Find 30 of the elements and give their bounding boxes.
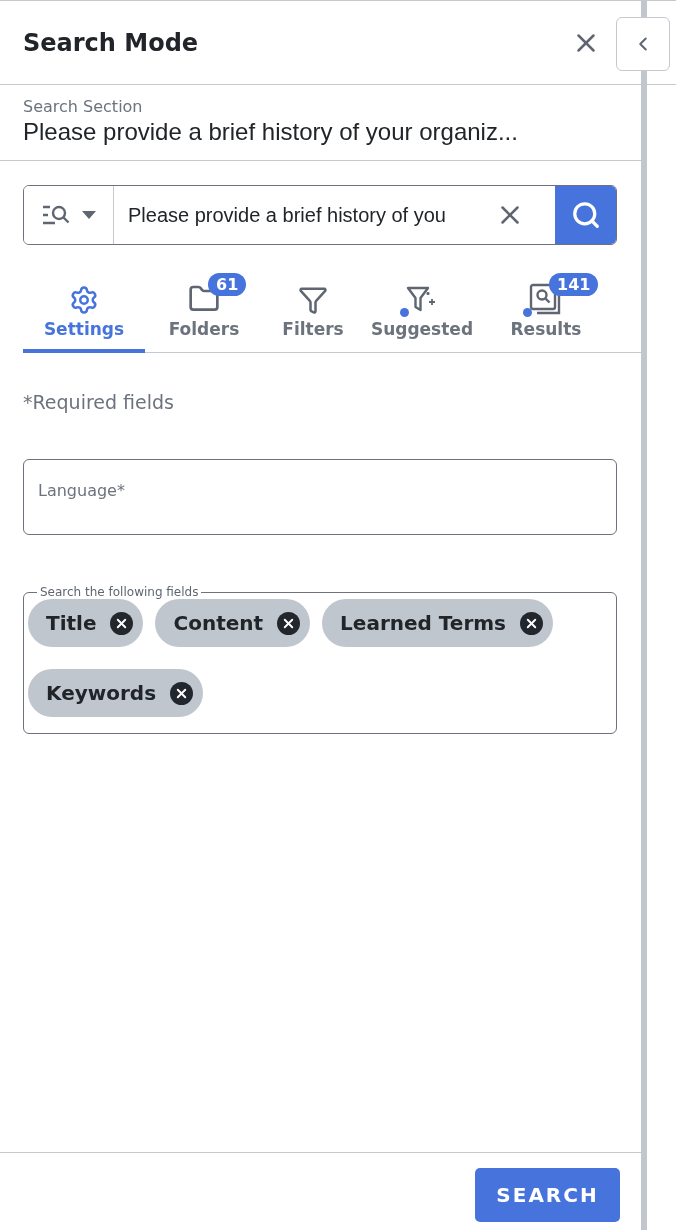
caret-icon	[81, 211, 96, 219]
language-field[interactable]: Language*	[23, 459, 617, 535]
search-icon	[570, 200, 601, 230]
search-button[interactable]	[555, 186, 616, 244]
list-search-icon	[41, 204, 72, 226]
tab[interactable]: 61 Folders	[145, 273, 263, 353]
tab[interactable]: Filters	[263, 273, 363, 353]
section-value: Please provide a brief history of your organiz...	[23, 118, 519, 146]
remove-icon[interactable]	[277, 611, 301, 635]
section-label: Search Section	[23, 97, 144, 116]
tab[interactable]: 141 Results	[481, 273, 611, 353]
count-badge: 141	[549, 273, 599, 296]
group-legend: Search the following fields	[37, 585, 202, 599]
remove-icon[interactable]	[110, 611, 134, 635]
chip-label: Keywords	[46, 681, 157, 705]
tab[interactable]: Settings	[23, 273, 145, 353]
remove-icon[interactable]	[170, 681, 194, 705]
required-note: *Required fields	[23, 391, 175, 413]
filter-icon	[298, 285, 328, 315]
settings-icon	[69, 285, 99, 315]
count-badge: 61	[208, 273, 247, 296]
panel-title: Search Mode	[23, 28, 199, 57]
search-mode-dropdown[interactable]	[24, 186, 114, 244]
chip-label: Learned Terms	[340, 611, 506, 635]
remove-icon[interactable]	[520, 611, 543, 635]
chip-label: Content	[173, 611, 264, 635]
tab[interactable]: Suggested	[363, 273, 481, 353]
search-submit-button[interactable]: SEARCH	[475, 1168, 620, 1222]
chip-label: Title	[46, 611, 97, 635]
search-field[interactable]: Please provide a brief history of you	[23, 185, 617, 245]
